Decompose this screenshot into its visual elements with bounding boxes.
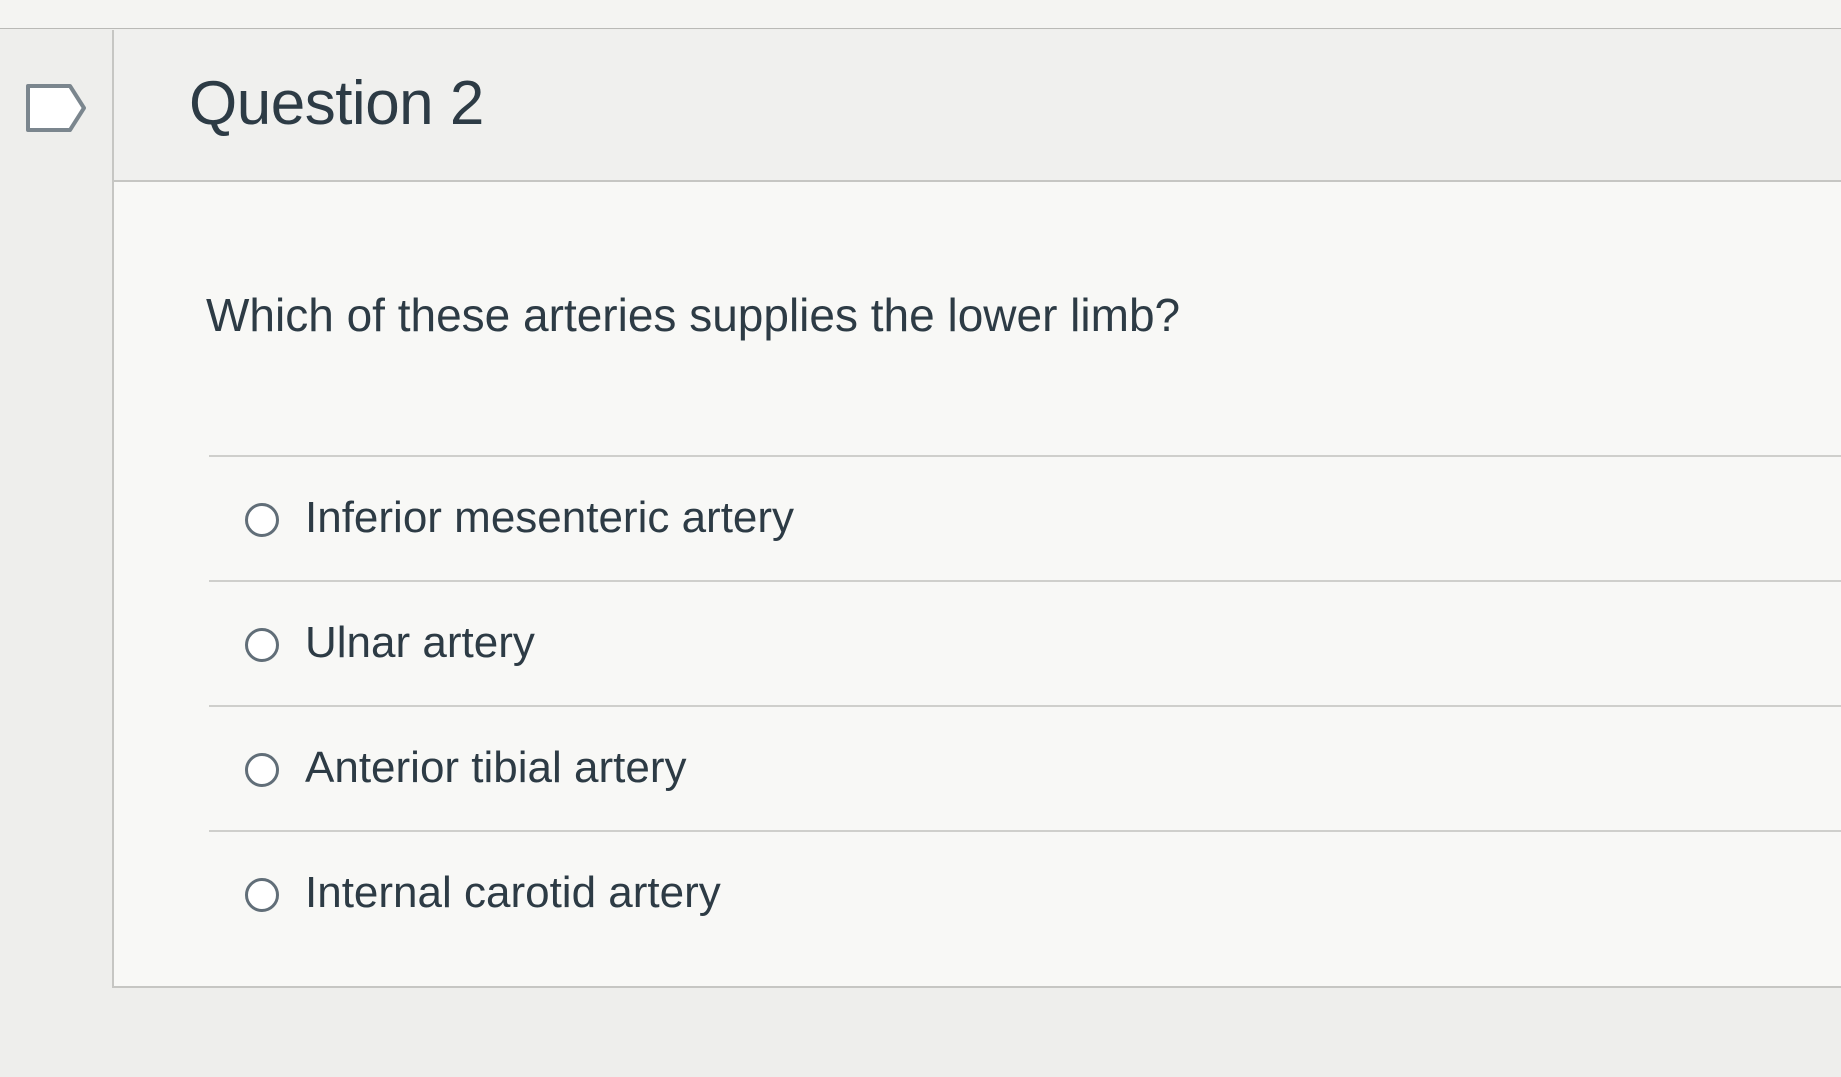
answer-label[interactable]: Ulnar artery: [305, 618, 535, 668]
radio-unchecked-icon[interactable]: [245, 503, 279, 537]
radio-unchecked-icon[interactable]: [245, 878, 279, 912]
radio-unchecked-icon[interactable]: [245, 628, 279, 662]
answer-option-1[interactable]: Inferior mesenteric artery: [209, 457, 1841, 582]
answer-list: Inferior mesenteric artery Ulnar artery …: [209, 455, 1841, 955]
top-edge: [0, 0, 1841, 29]
radio-unchecked-icon[interactable]: [245, 753, 279, 787]
answer-label[interactable]: Anterior tibial artery: [305, 743, 686, 793]
answer-option-3[interactable]: Anterior tibial artery: [209, 707, 1841, 832]
answer-label[interactable]: Inferior mesenteric artery: [305, 493, 794, 543]
answer-option-4[interactable]: Internal carotid artery: [209, 832, 1841, 955]
quiz-screen: Question 2 Which of these arteries suppl…: [0, 0, 1841, 1077]
flag-question-icon[interactable]: [24, 82, 88, 134]
question-header: Question 2: [114, 30, 1841, 182]
question-text: Which of these arteries supplies the low…: [206, 289, 1181, 341]
question-title: Question 2: [189, 69, 484, 138]
answer-option-2[interactable]: Ulnar artery: [209, 582, 1841, 707]
question-card: Question 2 Which of these arteries suppl…: [112, 30, 1841, 988]
answer-label[interactable]: Internal carotid artery: [305, 868, 721, 918]
